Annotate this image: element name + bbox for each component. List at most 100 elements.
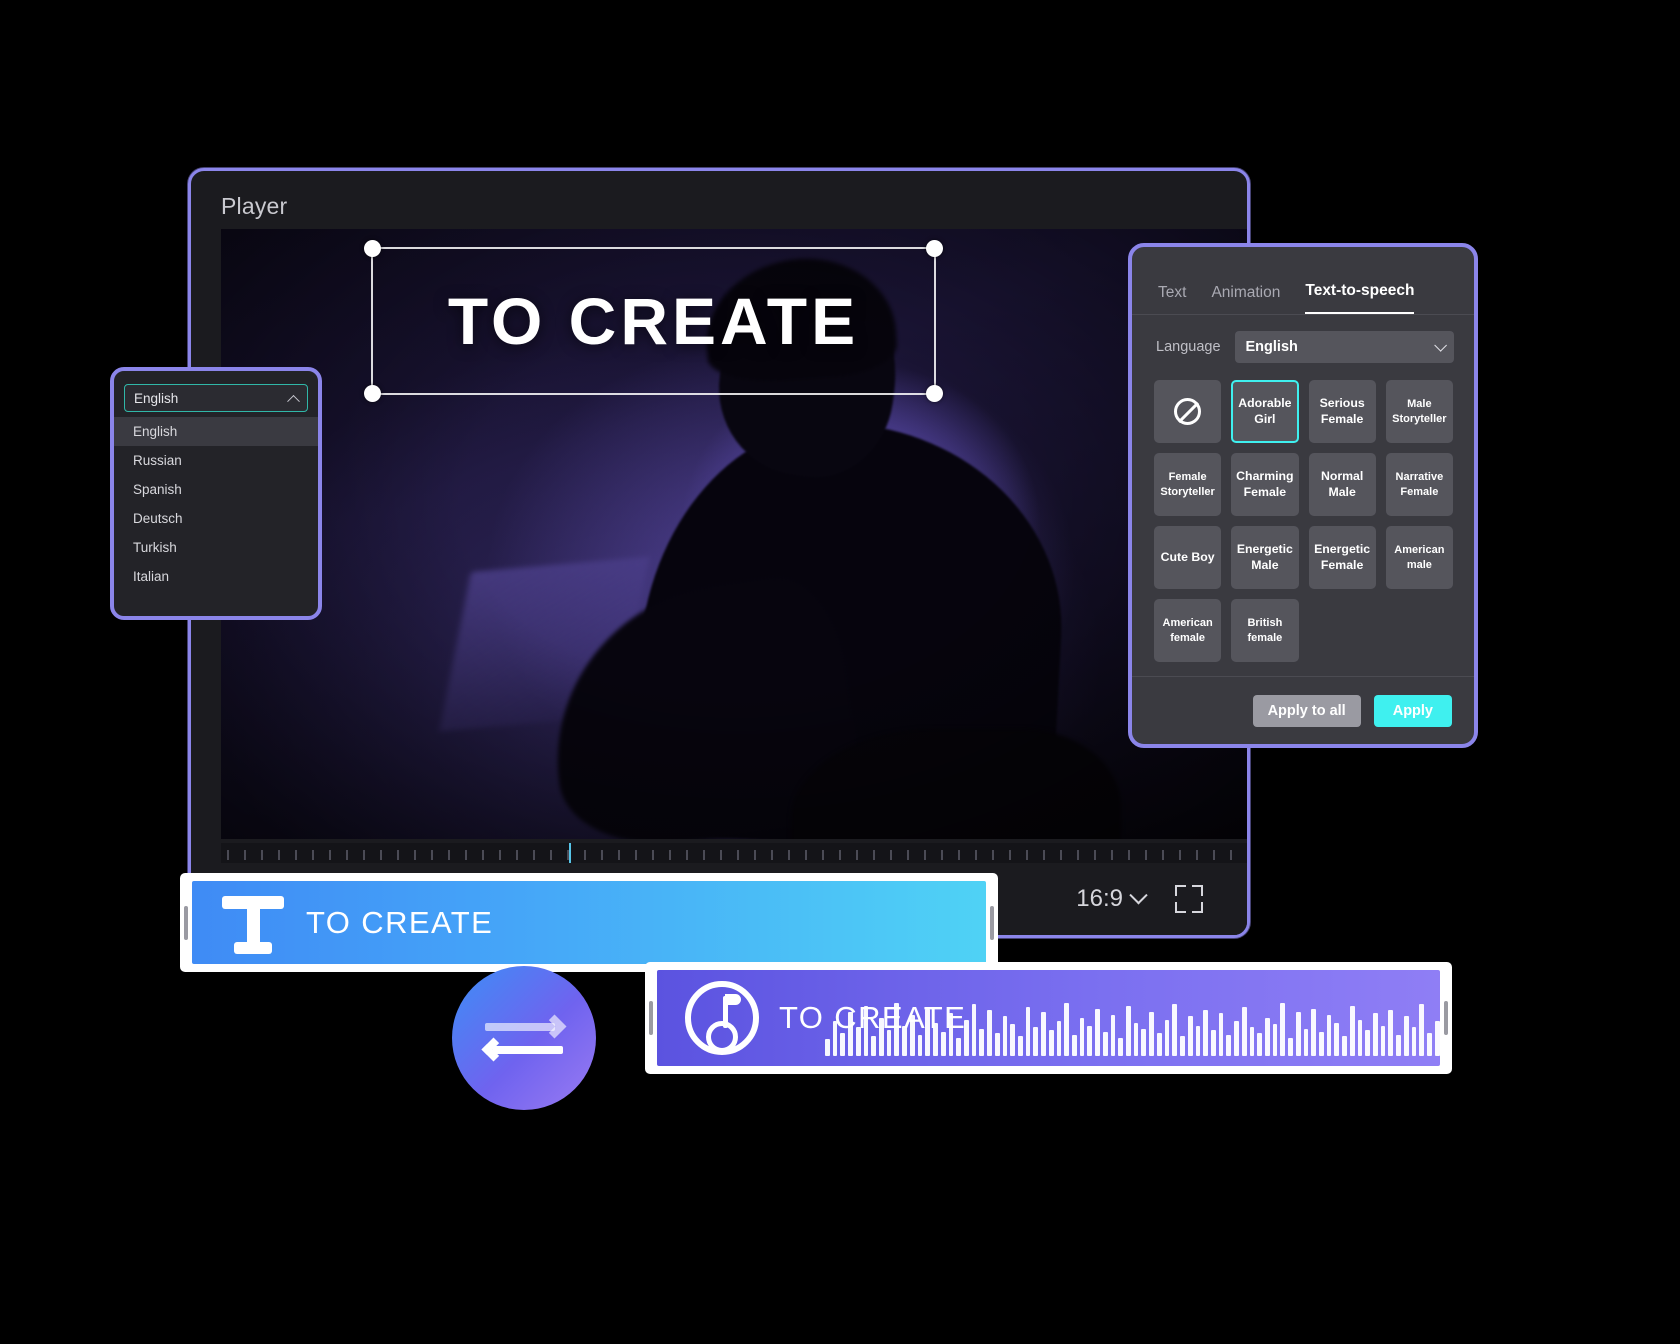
chevron-up-icon — [287, 394, 300, 408]
ruler-tick — [278, 850, 280, 860]
voice-option-american-male[interactable]: American male — [1385, 526, 1453, 589]
voice-option-american-female[interactable]: American female — [1154, 599, 1222, 662]
waveform-bar — [1218, 1013, 1224, 1056]
waveform-bar — [879, 1018, 884, 1056]
tab-text-to-speech[interactable]: Text-to-speech — [1305, 282, 1415, 314]
clip-handle-right[interactable] — [986, 905, 998, 940]
waveform-bar — [1210, 1030, 1216, 1056]
ruler-tick — [805, 850, 807, 860]
waveform-bar — [1149, 1011, 1154, 1056]
waveform-bar — [1342, 1036, 1347, 1056]
tab-text[interactable]: Text — [1158, 284, 1186, 314]
waveform-bar — [1072, 1034, 1077, 1056]
waveform-bar — [1156, 1033, 1162, 1056]
waveform-bar — [1434, 1021, 1440, 1056]
video-preview[interactable]: TO CREATE — [221, 229, 1247, 839]
waveform-bar — [1087, 1025, 1093, 1056]
ruler-tick — [550, 850, 552, 860]
audio-waveform — [825, 980, 1440, 1056]
resize-handle-bottom-right[interactable] — [926, 385, 943, 402]
text-clip-label: TO CREATE — [306, 904, 494, 940]
ruler-tick — [448, 850, 450, 860]
ruler-tick — [703, 850, 705, 860]
text-clip[interactable]: TO CREATE — [180, 873, 998, 972]
voice-option-male-storyteller[interactable]: Male Storyteller — [1385, 380, 1453, 443]
language-option[interactable]: English — [114, 417, 318, 446]
audio-clip-handle-right[interactable] — [1440, 1001, 1452, 1035]
language-option[interactable]: Deutsch — [114, 504, 318, 533]
language-select[interactable]: English — [124, 384, 308, 412]
ruler-tick — [873, 850, 875, 860]
waveform-bar — [1264, 1018, 1270, 1056]
language-option-list: English Russian Spanish Deutsch Turkish Itali… — [114, 417, 318, 591]
language-option[interactable]: Spanish — [114, 475, 318, 504]
ruler-tick — [924, 850, 926, 860]
voice-option-normal-male[interactable]: Normal Male — [1308, 453, 1376, 516]
voice-option-energetic-female[interactable]: Energetic Female — [1308, 526, 1376, 589]
ruler-tick — [533, 850, 535, 860]
waveform-bar — [1110, 1014, 1116, 1056]
text-selection-box[interactable]: TO CREATE — [364, 240, 943, 402]
ruler-tick — [1026, 850, 1028, 860]
waveform-bar — [832, 1021, 838, 1056]
voice-option-serious-female[interactable]: Serious Female — [1308, 380, 1376, 443]
voice-option-british-female[interactable]: British female — [1231, 599, 1299, 662]
waveform-bar — [1234, 1021, 1239, 1056]
voice-option-charming-female[interactable]: Charming Female — [1231, 453, 1299, 516]
text-clip-body[interactable]: TO CREATE — [192, 881, 986, 964]
waveform-bar — [1056, 1021, 1062, 1056]
ruler-tick — [1043, 850, 1045, 860]
waveform-bar — [1373, 1013, 1378, 1056]
voice-option-adorable-girl[interactable]: Adorable Girl — [1231, 380, 1299, 443]
voice-option-energetic-male[interactable]: Energetic Male — [1231, 526, 1299, 589]
ruler-tick — [618, 850, 620, 860]
no-voice-icon[interactable] — [1154, 380, 1222, 443]
ruler-tick — [1247, 850, 1249, 860]
waveform-bar — [1095, 1008, 1100, 1056]
tab-animation[interactable]: Animation — [1211, 284, 1280, 314]
resize-handle-top-right[interactable] — [926, 240, 943, 257]
waveform-bar — [1419, 1004, 1425, 1056]
audio-clip-handle-left[interactable] — [645, 1001, 657, 1035]
language-option[interactable]: Italian — [114, 562, 318, 591]
apply-button[interactable]: Apply — [1373, 694, 1452, 727]
waveform-bar — [1126, 1005, 1131, 1056]
ruler-tick — [1230, 850, 1232, 860]
waveform-bar — [1319, 1031, 1324, 1056]
waveform-bar — [948, 1013, 954, 1056]
ruler-tick — [941, 850, 943, 860]
resize-handle-top-left[interactable] — [364, 240, 381, 257]
waveform-bar — [1272, 1024, 1278, 1056]
waveform-bar — [917, 1034, 923, 1056]
chevron-down-icon — [1434, 338, 1447, 352]
ruler-tick — [635, 850, 637, 860]
chevron-down-icon — [1129, 885, 1148, 904]
resize-handle-bottom-left[interactable] — [364, 385, 381, 402]
language-option[interactable]: Russian — [114, 446, 318, 475]
panel-tabs: Text Animation Text-to-speech — [1132, 247, 1474, 315]
fullscreen-icon[interactable] — [1175, 885, 1203, 913]
waveform-bar — [902, 1025, 907, 1056]
ruler-tick — [771, 850, 773, 860]
ruler-tick — [1094, 850, 1096, 860]
waveform-bar — [1249, 1027, 1255, 1056]
aspect-ratio-selector[interactable]: 16:9 — [1076, 885, 1148, 913]
ruler-tick — [1196, 850, 1198, 860]
ruler-tick — [788, 850, 790, 860]
language-option[interactable]: Turkish — [114, 533, 318, 562]
ruler-tick — [1128, 850, 1130, 860]
music-note-icon — [685, 981, 759, 1055]
tts-language-select[interactable]: English — [1234, 331, 1454, 363]
clip-handle-left[interactable] — [180, 905, 192, 940]
voice-option-female-storyteller[interactable]: Female Storyteller — [1154, 453, 1222, 516]
ruler-tick — [907, 850, 909, 860]
audio-clip-body[interactable]: TO CREATE — [657, 970, 1440, 1066]
apply-to-all-button[interactable]: Apply to all — [1252, 694, 1361, 727]
tts-language-value: English — [1245, 339, 1298, 355]
audio-clip[interactable]: TO CREATE — [645, 962, 1452, 1074]
tts-footer: Apply to all Apply — [1132, 676, 1474, 744]
voice-option-cute-boy[interactable]: Cute Boy — [1154, 526, 1222, 589]
ruler-tick — [227, 850, 229, 860]
waveform-bar — [1195, 1025, 1201, 1056]
voice-option-narrative-female[interactable]: Narrative Female — [1385, 453, 1453, 516]
